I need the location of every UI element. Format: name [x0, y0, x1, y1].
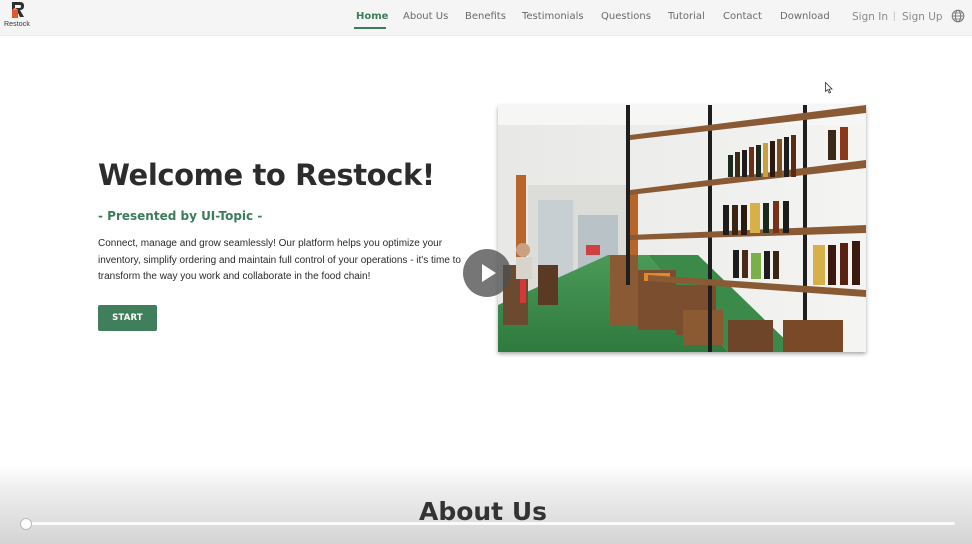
hero-title: Welcome to Restock! [98, 158, 435, 192]
video-progress-handle[interactable] [20, 518, 32, 530]
navbar: Restock Home About Us Benefits Testimoni… [0, 0, 972, 36]
nav-link-tutorial[interactable]: Tutorial [668, 11, 705, 22]
nav-link-download[interactable]: Download [780, 11, 830, 22]
start-button[interactable]: START [98, 305, 157, 331]
mouse-cursor-icon [825, 82, 833, 94]
logo-text: Restock [4, 21, 30, 28]
nav-link-home[interactable]: Home [356, 11, 388, 22]
nav-link-contact[interactable]: Contact [723, 11, 762, 22]
nav-link-testimonials[interactable]: Testimonials [522, 11, 584, 22]
hero-description: Connect, manage and grow seamlessly! Our… [98, 238, 461, 282]
sign-in-link[interactable]: Sign In [852, 11, 888, 23]
restock-logo[interactable]: Restock [4, 1, 34, 31]
auth-separator: | [893, 11, 896, 22]
video-progress-bar[interactable] [26, 522, 955, 525]
video-thumbnail-shop-interior [498, 105, 866, 352]
hero-video[interactable] [498, 105, 866, 352]
nav-link-benefits[interactable]: Benefits [465, 11, 506, 22]
nav-link-about-us[interactable]: About Us [403, 11, 448, 22]
play-button[interactable] [463, 249, 511, 297]
sign-up-link[interactable]: Sign Up [902, 11, 943, 23]
play-icon [482, 264, 496, 282]
nav-link-questions[interactable]: Questions [601, 11, 651, 22]
nav-active-indicator [354, 27, 386, 29]
hero-subtitle: - Presented by UI-Topic - [98, 209, 263, 223]
logo-icon [12, 2, 24, 18]
globe-icon[interactable] [951, 9, 965, 23]
